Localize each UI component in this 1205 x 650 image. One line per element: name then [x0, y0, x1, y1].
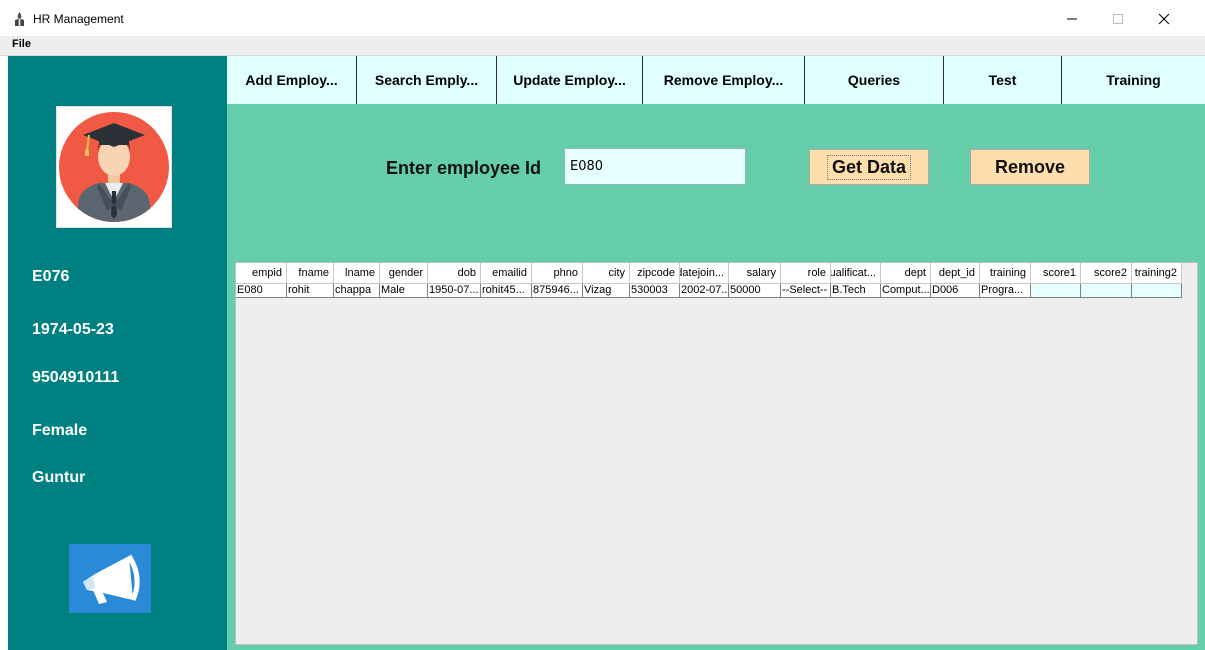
remove-label: Remove — [994, 156, 1066, 177]
sidebar-empid: E076 — [32, 268, 70, 285]
table-cell[interactable]: 530003 — [630, 284, 680, 298]
window-title: HR Management — [33, 12, 124, 26]
column-header[interactable]: lname — [334, 263, 380, 284]
sidebar-dob: 1974-05-23 — [32, 321, 114, 338]
column-header[interactable]: gender — [380, 263, 428, 284]
menu-file[interactable]: File — [12, 38, 31, 50]
table-cell[interactable]: Vizag — [583, 284, 630, 298]
close-icon — [1158, 13, 1170, 25]
column-header[interactable]: phno — [532, 263, 583, 284]
column-header[interactable]: role — [781, 263, 831, 284]
table-cell[interactable]: Comput... — [881, 284, 931, 298]
app-icon — [15, 12, 24, 26]
graduate-avatar-icon — [59, 112, 169, 222]
table-cell[interactable]: 50000 — [729, 284, 781, 298]
table-cell[interactable]: rohit45... — [481, 284, 532, 298]
column-header[interactable]: zipcode — [630, 263, 680, 284]
column-header[interactable]: datejoin... — [680, 263, 729, 284]
get-data-label: Get Data — [826, 154, 912, 180]
table-cell[interactable]: --Select-- — [781, 284, 831, 298]
tab-search-employee[interactable]: Search Emply... — [357, 56, 497, 104]
column-header[interactable]: score1 — [1031, 263, 1081, 284]
table-cell[interactable]: Progra... — [980, 284, 1031, 298]
maximize-button[interactable] — [1098, 6, 1138, 32]
column-header[interactable]: fname — [287, 263, 334, 284]
column-header[interactable]: qualificat... — [831, 263, 881, 284]
get-data-button[interactable]: Get Data — [809, 149, 929, 185]
tab-bar: Add Employ... Search Emply... Update Emp… — [227, 56, 1205, 104]
table-cell[interactable]: 875946... — [532, 284, 583, 298]
remove-button[interactable]: Remove — [970, 149, 1090, 185]
column-header[interactable]: emailid — [481, 263, 532, 284]
table-cell[interactable]: B.Tech — [831, 284, 881, 298]
sidebar-city: Guntur — [32, 469, 86, 486]
main-panel: Add Employ... Search Emply... Update Emp… — [227, 56, 1205, 650]
sidebar-gender: Female — [32, 422, 88, 439]
table-cell[interactable]: 2002-07... — [680, 284, 729, 298]
table-cell[interactable]: D006 — [931, 284, 980, 298]
menu-bar: File — [0, 36, 1205, 56]
minimize-icon — [1067, 18, 1077, 20]
column-header[interactable]: salary — [729, 263, 781, 284]
title-bar: HR Management — [0, 0, 1205, 36]
table-cell[interactable]: E080 — [236, 284, 287, 298]
table-cell[interactable]: rohit — [287, 284, 334, 298]
tab-add-employee[interactable]: Add Employ... — [227, 56, 357, 104]
maximize-icon — [1112, 13, 1123, 24]
table-cell[interactable] — [1031, 284, 1081, 298]
column-header[interactable]: empid — [236, 263, 287, 284]
tab-test[interactable]: Test — [944, 56, 1062, 104]
tab-queries[interactable]: Queries — [805, 56, 944, 104]
avatar — [56, 106, 172, 228]
table-header: empid fname lname gender dob emailid phno city z… — [236, 263, 1182, 284]
table-row[interactable]: E080 rohit chappa Male 1950-07... rohit45... 8… — [236, 284, 1182, 298]
table-cell[interactable]: chappa — [334, 284, 380, 298]
sidebar-phone: 9504910111 — [32, 369, 120, 386]
sidebar: E076 1974-05-23 9504910111 Female Guntur — [8, 56, 227, 650]
employee-id-input[interactable] — [564, 148, 746, 185]
tab-training[interactable]: Training — [1062, 56, 1205, 104]
column-header[interactable]: training — [980, 263, 1031, 284]
column-header[interactable]: training2 — [1132, 263, 1182, 284]
employee-table[interactable]: empid fname lname gender dob emailid phno city z… — [235, 262, 1198, 645]
tab-remove-employee[interactable]: Remove Employ... — [643, 56, 805, 104]
table-cell[interactable] — [1081, 284, 1132, 298]
minimize-button[interactable] — [1052, 6, 1092, 32]
employee-id-label: Enter employee Id — [386, 158, 542, 178]
megaphone-icon — [69, 544, 151, 613]
frame-border — [0, 56, 8, 650]
tab-update-employee[interactable]: Update Employ... — [497, 56, 643, 104]
table-cell[interactable]: 1950-07... — [428, 284, 481, 298]
table-cell[interactable]: Male — [380, 284, 428, 298]
close-button[interactable] — [1144, 6, 1184, 32]
column-header[interactable]: score2 — [1081, 263, 1132, 284]
column-header[interactable]: city — [583, 263, 630, 284]
column-header[interactable]: dob — [428, 263, 481, 284]
column-header[interactable]: dept_id — [931, 263, 980, 284]
table-cell[interactable] — [1132, 284, 1182, 298]
megaphone-button[interactable] — [69, 544, 151, 613]
column-header[interactable]: dept — [881, 263, 931, 284]
